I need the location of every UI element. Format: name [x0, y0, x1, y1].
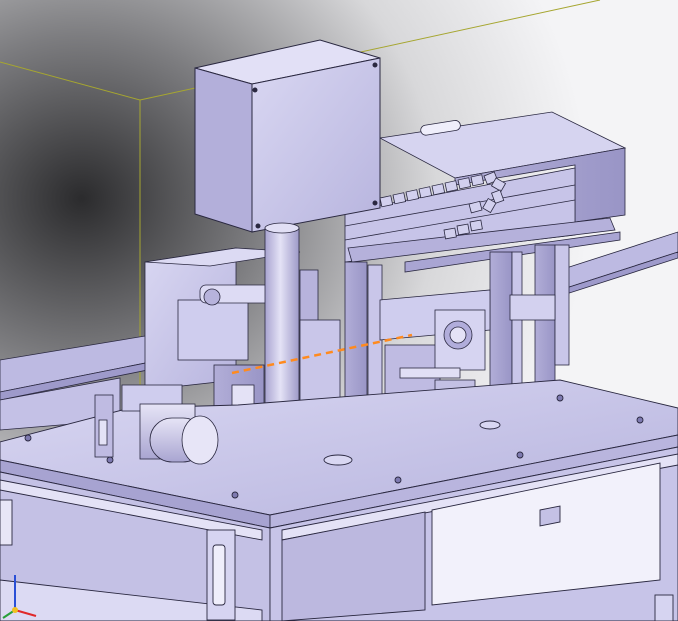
- assembly-model-view[interactable]: [0, 0, 678, 621]
- control-box: [194, 39, 381, 233]
- cad-graphics-viewport[interactable]: [0, 0, 678, 621]
